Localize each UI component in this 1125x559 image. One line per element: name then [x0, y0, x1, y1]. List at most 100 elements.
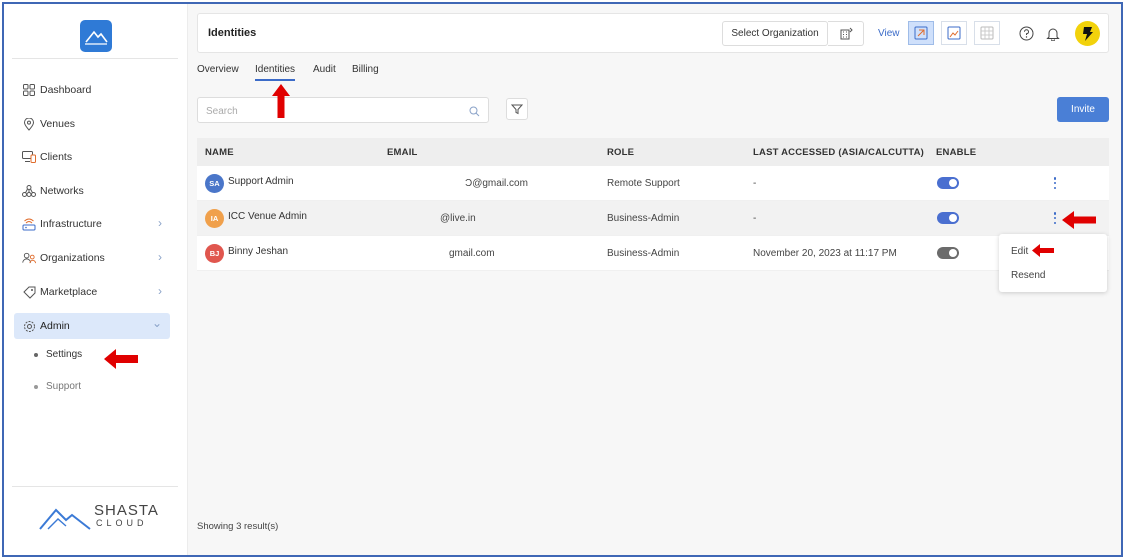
sidebar-subitem-label: Settings — [46, 349, 83, 360]
filter-icon — [511, 104, 523, 115]
grid-view-icon — [980, 26, 994, 40]
sidebar-item-infrastructure[interactable]: Infrastructure › — [14, 211, 170, 237]
view-toggle-image-button[interactable] — [941, 21, 967, 45]
row-actions-kebab-icon[interactable] — [1050, 175, 1060, 191]
annotation-arrow-up-icon — [272, 84, 290, 118]
column-header-email[interactable]: EMAIL — [387, 147, 418, 158]
toggle-knob — [949, 214, 957, 222]
sidebar: Dashboard Venues Clients Networks Infras… — [4, 4, 188, 555]
sidebar-item-label: Admin — [40, 320, 70, 332]
sidebar-item-label: Organizations — [40, 252, 105, 264]
results-count: Showing 3 result(s) — [197, 521, 279, 532]
user-role: Remote Support — [607, 178, 680, 189]
brand-subtitle: CLOUD — [96, 518, 148, 528]
networks-icon — [22, 184, 36, 198]
table-row[interactable]: BJ Binny Jeshan gmail.com Business-Admin… — [197, 236, 1109, 271]
sidebar-item-marketplace[interactable]: Marketplace › — [14, 279, 170, 305]
tab-identities[interactable]: Identities — [255, 64, 296, 81]
building-switch-icon — [840, 27, 853, 39]
clients-icon — [22, 150, 36, 164]
search-box — [197, 97, 489, 123]
sidebar-item-organizations[interactable]: Organizations › — [14, 245, 170, 271]
app-logo[interactable] — [80, 20, 112, 52]
view-label: View — [878, 28, 900, 39]
help-icon[interactable] — [1018, 25, 1034, 41]
organization-switch-button[interactable] — [828, 21, 864, 46]
enable-toggle[interactable] — [937, 212, 959, 224]
table-row[interactable]: SA Support Admin Ͻ@gmail.com Remote Supp… — [197, 166, 1109, 201]
user-name: Support Admin — [228, 176, 294, 187]
router-icon — [22, 217, 36, 231]
annotation-arrow-left-icon — [1062, 211, 1096, 229]
annotation-arrow-left-icon — [104, 349, 138, 369]
divider — [12, 486, 178, 487]
user-name: ICC Venue Admin — [228, 211, 307, 222]
user-role: Business-Admin — [607, 213, 680, 224]
sidebar-subitem-settings[interactable]: Settings — [34, 349, 82, 360]
sidebar-item-admin[interactable]: Admin ⌄ — [14, 313, 170, 339]
image-icon — [947, 26, 961, 40]
organization-select[interactable]: Select Organization — [722, 21, 828, 46]
location-pin-icon — [22, 117, 36, 131]
last-accessed: November 20, 2023 at 11:17 PM — [753, 248, 897, 259]
table-header: NAME EMAIL ROLE LAST ACCESSED (ASIA/CALC… — [197, 138, 1109, 166]
sidebar-item-clients[interactable]: Clients — [14, 144, 170, 170]
header-bar: Identities Select Organization View — [197, 13, 1109, 53]
user-role: Business-Admin — [607, 248, 680, 259]
sidebar-item-label: Clients — [40, 151, 73, 163]
sidebar-item-label: Infrastructure — [40, 218, 102, 230]
search-input[interactable] — [206, 103, 456, 119]
row-actions-menu: Edit Resend — [999, 234, 1107, 292]
view-toggle-map-button[interactable] — [908, 21, 934, 45]
sidebar-item-dashboard[interactable]: Dashboard — [14, 77, 170, 103]
notification-bell-icon[interactable] — [1045, 25, 1061, 41]
user-email: @live.in — [440, 213, 476, 224]
tag-icon — [22, 285, 36, 299]
invite-button[interactable]: Invite — [1057, 97, 1109, 122]
user-initials-avatar: BJ — [205, 244, 224, 263]
sidebar-item-label: Marketplace — [40, 286, 98, 298]
table-row[interactable]: IA ICC Venue Admin @live.in Business-Adm… — [197, 201, 1109, 236]
toggle-knob — [949, 249, 957, 257]
annotation-arrow-left-icon — [1032, 244, 1054, 257]
tab-overview[interactable]: Overview — [197, 64, 239, 79]
tab-audit[interactable]: Audit — [313, 64, 336, 79]
chevron-right-icon: › — [158, 250, 162, 264]
enable-toggle[interactable] — [937, 177, 959, 189]
user-avatar[interactable] — [1075, 21, 1100, 46]
enable-toggle[interactable] — [937, 247, 959, 259]
bullet — [34, 352, 38, 357]
view-toggle-grid-button[interactable] — [974, 21, 1000, 45]
profile-logo-icon — [1082, 26, 1093, 41]
sidebar-subitem-support[interactable]: Support — [34, 381, 81, 392]
menu-item-resend[interactable]: Resend — [1011, 270, 1045, 281]
sidebar-item-venues[interactable]: Venues — [14, 111, 170, 137]
column-header-last-accessed[interactable]: LAST ACCESSED (ASIA/CALCUTTA) — [753, 147, 924, 158]
search-icon[interactable] — [469, 104, 480, 122]
tab-billing[interactable]: Billing — [352, 64, 379, 79]
organizations-icon — [22, 251, 36, 265]
map-icon — [914, 26, 928, 40]
mountain-logo-icon — [39, 508, 91, 530]
brand-logo: SHASTA CLOUD — [38, 500, 158, 534]
page-title: Identities — [208, 27, 257, 39]
user-initials-avatar: SA — [205, 174, 224, 193]
screenshot-frame: Dashboard Venues Clients Networks Infras… — [2, 2, 1123, 557]
sidebar-item-networks[interactable]: Networks — [14, 178, 170, 204]
column-header-name[interactable]: NAME — [205, 147, 234, 158]
column-header-enable[interactable]: ENABLE — [936, 147, 976, 158]
sidebar-item-label: Dashboard — [40, 84, 92, 96]
brand-name: SHASTA — [94, 502, 159, 519]
chevron-down-icon: ⌄ — [151, 316, 162, 330]
column-header-role[interactable]: ROLE — [607, 147, 634, 158]
last-accessed: - — [753, 178, 757, 189]
toggle-knob — [949, 179, 957, 187]
filter-button[interactable] — [506, 98, 528, 120]
menu-item-edit[interactable]: Edit — [1011, 246, 1028, 257]
user-email: Ͻ@gmail.com — [465, 178, 528, 189]
sidebar-subitem-label: Support — [46, 381, 82, 392]
last-accessed: - — [753, 213, 757, 224]
sidebar-item-label: Venues — [40, 118, 76, 130]
row-actions-kebab-icon[interactable] — [1050, 210, 1060, 226]
bullet — [34, 384, 38, 389]
